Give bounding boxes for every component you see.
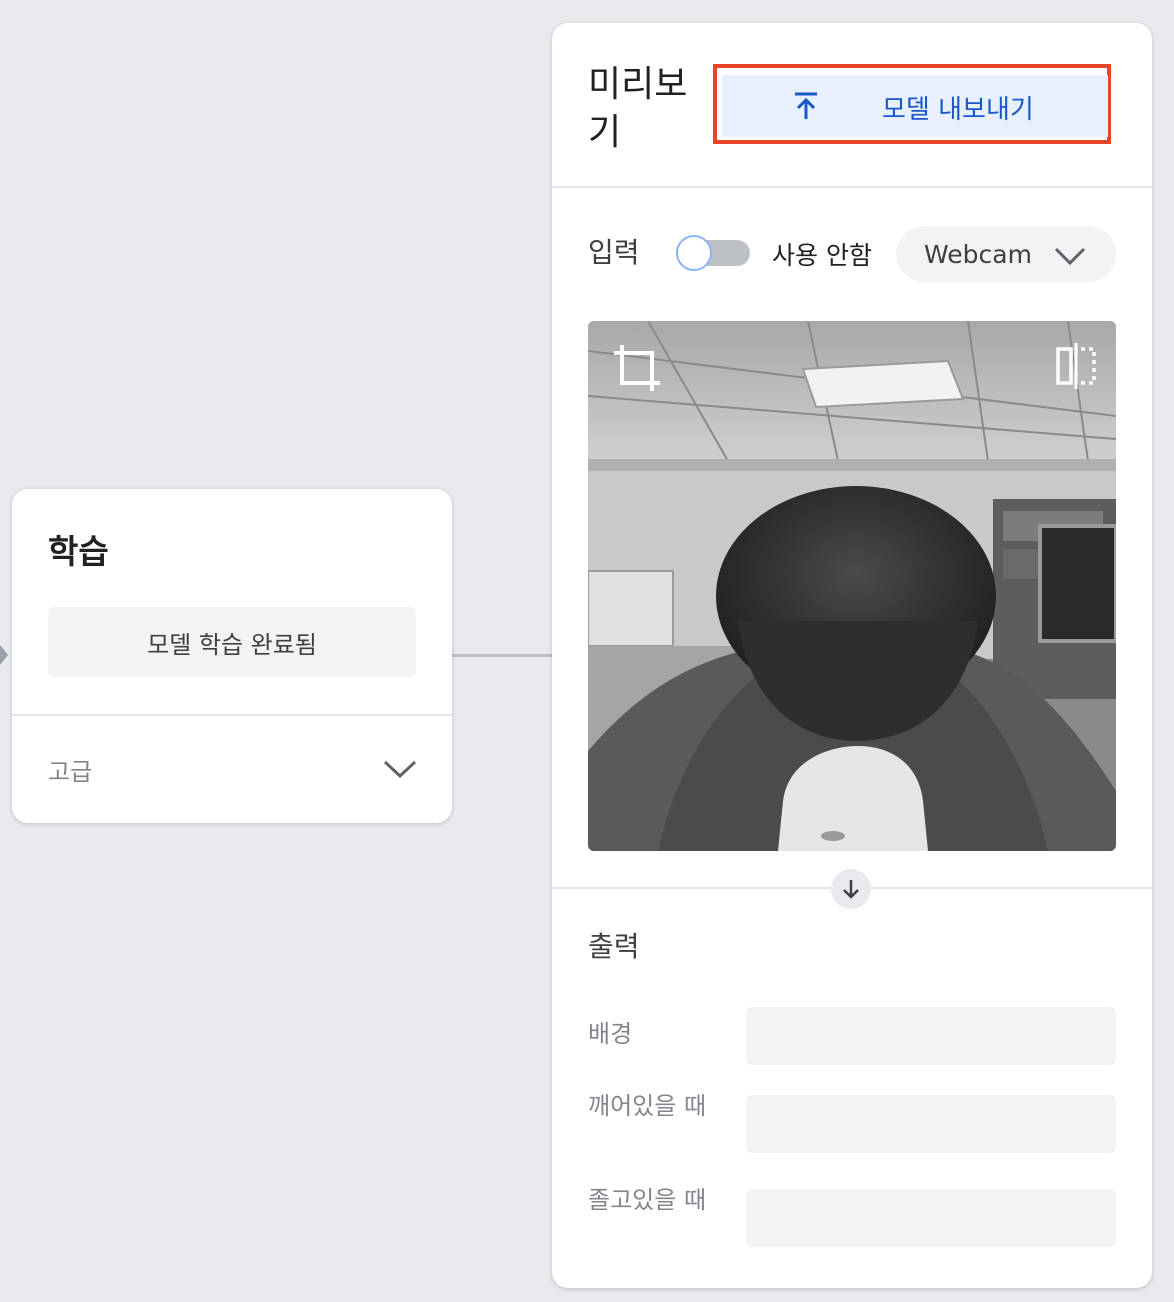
class-confidence-bar [746,1189,1116,1247]
class-name: 졸고있을 때 [588,1186,707,1214]
incoming-connector-arrow [0,645,8,665]
chevron-down-icon [383,760,417,779]
class-confidence-bar [746,1095,1116,1153]
header-divider [552,186,1152,188]
input-source-select[interactable]: Webcam [896,226,1116,282]
export-model-button[interactable]: 모델 내보내기 [722,75,1108,137]
arrow-down-icon [831,869,871,909]
class-row-background: 배경 [588,1007,1116,1065]
class-name: 깨어있을 때 [588,1092,707,1120]
preview-panel: 미리보기 모델 내보내기 입력 사용 안함 Webcam 출력 배경 깨어있을 … [552,23,1152,1288]
training-title: 학습 [48,532,109,571]
preview-title: 미리보기 [588,64,688,153]
flip-horizontal-icon[interactable] [1056,343,1096,389]
input-toggle[interactable] [676,235,750,271]
train-model-button[interactable]: 모델 학습 완료됨 [48,607,416,677]
export-model-label: 모델 내보내기 [882,95,1034,125]
toggle-thumb [676,235,712,271]
webcam-frame [588,321,1116,851]
upload-icon [795,92,817,119]
input-label: 입력 [588,236,640,269]
class-row-awake: 깨어있을 때 [588,1089,1116,1159]
advanced-label: 고급 [48,758,93,786]
training-card: 학습 모델 학습 완료됨 고급 [12,489,452,823]
class-name: 배경 [588,1020,633,1048]
output-label: 출력 [588,930,640,963]
class-row-drowsy: 졸고있을 때 [588,1183,1116,1253]
class-confidence-bar [746,1007,1116,1065]
card-connector-line [452,654,552,657]
toggle-status-label: 사용 안함 [772,241,872,270]
advanced-toggle[interactable]: 고급 [12,716,452,823]
chevron-down-icon [1054,247,1086,266]
webcam-preview [588,321,1116,851]
input-source-value: Webcam [924,240,1032,269]
crop-icon[interactable] [612,343,662,393]
